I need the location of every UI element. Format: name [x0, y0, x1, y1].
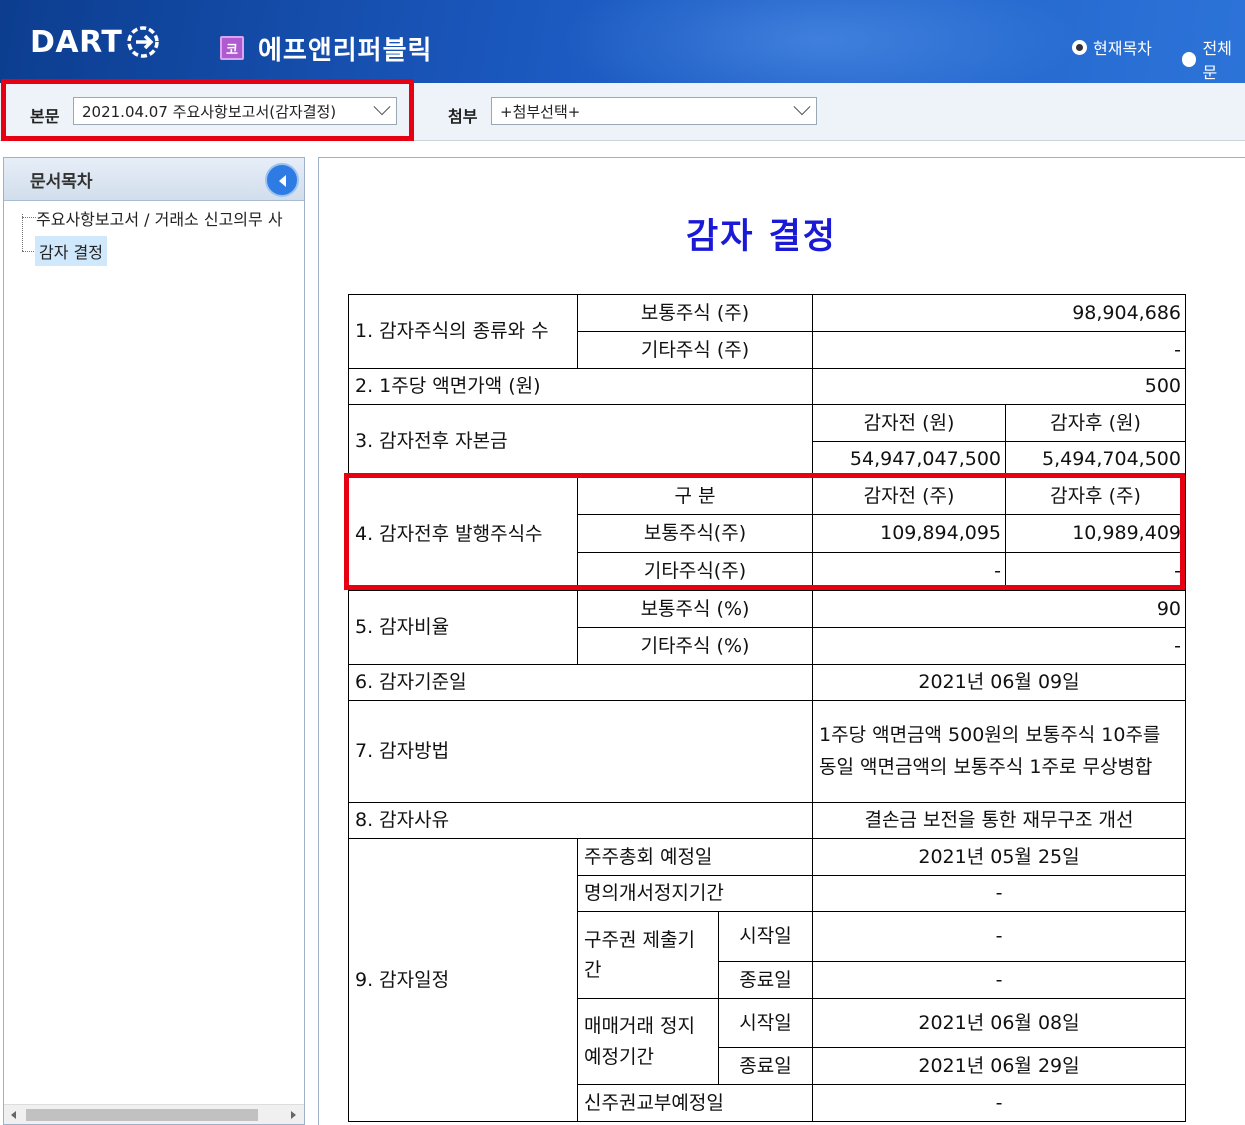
row4-common-after: 10,989,409	[1005, 514, 1186, 553]
table-row: 6. 감자기준일 2021년 06월 09일	[348, 664, 1186, 701]
tree-connector	[22, 251, 36, 252]
document-title: 감자 결정	[686, 216, 837, 257]
row4-other-before: -	[812, 552, 1006, 591]
toc-sidebar: 문서목차 주요사항보고서 / 거래소 신고의무 사 감자 결정	[3, 157, 305, 1125]
top-header: DART 코 에프앤리퍼블릭 현재목차 전체문	[0, 0, 1245, 83]
row1-other-value: -	[812, 331, 1186, 369]
row8-label: 8. 감자사유	[348, 802, 813, 839]
row9-suspend-label: 명의개서정지기간	[577, 875, 813, 912]
row1-common-value: 98,904,686	[812, 294, 1186, 332]
row3-before-value: 54,947,047,500	[812, 441, 1006, 478]
row8-value: 결손금 보전을 통한 재무구조 개선	[812, 802, 1186, 839]
row9-old-cert-label: 구주권 제출기간	[577, 911, 719, 999]
row4-other-label: 기타주식(주)	[577, 552, 813, 591]
table-row: 8. 감자사유 결손금 보전을 통한 재무구조 개선	[348, 802, 1186, 839]
attach-label: 첨부	[448, 107, 478, 126]
corp-type-badge: 코	[220, 36, 244, 60]
chevron-down-icon	[373, 98, 391, 116]
radio-all-toc[interactable]: 전체문	[1182, 35, 1245, 83]
row4-before-header: 감자전 (주)	[812, 477, 1006, 515]
row9-meeting-value: 2021년 05월 25일	[812, 838, 1186, 876]
table-row: 9. 감자일정 주주총회 예정일 2021년 05월 25일	[348, 838, 1186, 1122]
collapse-sidebar-icon[interactable]	[265, 163, 299, 197]
row3-after-header: 감자후 (원)	[1005, 404, 1186, 442]
logo-mark-icon	[127, 26, 160, 58]
row9-meeting-label: 주주총회 예정일	[577, 838, 813, 876]
header-glow	[560, 0, 1080, 83]
row7-value: 1주당 액면금액 500원의 보통주식 10주를 동일 액면금액의 보통주식 1…	[812, 700, 1186, 803]
row5-common-label: 보통주식 (%)	[577, 590, 813, 628]
radio-current-toc[interactable]: 현재목차	[1072, 35, 1152, 59]
row3-label: 3. 감자전후 자본금	[348, 404, 813, 478]
row4-label: 4. 감자전후 발행주식수	[348, 477, 578, 591]
row6-value: 2021년 06월 09일	[812, 664, 1186, 701]
radio-all-label: 전체문	[1202, 39, 1232, 82]
row9-newcert-value: -	[812, 1084, 1186, 1122]
tree-connector	[22, 214, 23, 251]
row6-label: 6. 감자기준일	[348, 664, 813, 701]
row9-old-start-value: -	[812, 911, 1186, 962]
row9-trade-start-label: 시작일	[718, 998, 813, 1048]
row5-common-value: 90	[812, 590, 1186, 628]
table-row: 1. 감자주식의 종류와 수 보통주식 (주) 98,904,686	[348, 294, 1186, 369]
row4-common-before: 109,894,095	[812, 514, 1006, 553]
horizontal-scrollbar[interactable]	[4, 1104, 304, 1124]
company-name: 에프앤리퍼블릭	[258, 36, 433, 66]
scroll-left-icon[interactable]	[11, 1111, 16, 1119]
row3-before-header: 감자전 (원)	[812, 404, 1006, 442]
scroll-right-icon[interactable]	[291, 1111, 296, 1119]
toc-item-report[interactable]: 주요사항보고서 / 거래소 신고의무 사	[36, 206, 283, 230]
row9-trade-end-value: 2021년 06월 29일	[812, 1047, 1186, 1085]
dart-logo[interactable]: DART	[30, 22, 163, 62]
row4-division-header: 구 분	[577, 477, 813, 515]
radio-selected-icon	[1072, 39, 1087, 55]
radio-unselected-icon	[1182, 51, 1197, 67]
table-row: 5. 감자비율 보통주식 (%) 90	[348, 590, 1186, 665]
row2-label: 2. 1주당 액면가액 (원)	[348, 368, 813, 405]
row1-label: 1. 감자주식의 종류와 수	[348, 294, 578, 369]
table-row: 2. 1주당 액면가액 (원) 500	[348, 368, 1186, 405]
radio-current-label: 현재목차	[1093, 39, 1152, 58]
row4-other-after: -	[1005, 552, 1186, 591]
row9-old-end-label: 종료일	[718, 961, 813, 999]
toc-item-capital-reduction[interactable]: 감자 결정	[35, 236, 107, 266]
row9-trade-label: 매매거래 정지예정기간	[577, 998, 719, 1085]
row9-old-end-value: -	[812, 961, 1186, 999]
row2-value: 500	[812, 368, 1186, 405]
document-select-bar: 본문 2021.04.07 주요사항보고서(감자결정) 첨부 +첨부선택+	[0, 83, 1245, 141]
row9-old-start-label: 시작일	[718, 911, 813, 962]
table-row: 7. 감자방법 1주당 액면금액 500원의 보통주식 10주를 동일 액면금액…	[348, 700, 1186, 803]
row7-label: 7. 감자방법	[348, 700, 813, 803]
row4-after-header: 감자후 (주)	[1005, 477, 1186, 515]
main-doc-value: 2021.04.07 주요사항보고서(감자결정)	[82, 102, 337, 121]
toc-title: 문서목차	[30, 171, 93, 192]
row9-label: 9. 감자일정	[348, 838, 578, 1122]
row4-common-label: 보통주식(주)	[577, 514, 813, 553]
row5-other-value: -	[812, 627, 1186, 665]
row5-label: 5. 감자비율	[348, 590, 578, 665]
row1-other-label: 기타주식 (주)	[577, 331, 813, 369]
logo-text: DART	[30, 24, 123, 60]
toc-header: 문서목차	[4, 158, 304, 201]
capital-reduction-table: 1. 감자주식의 종류와 수 보통주식 (주) 98,904,686 기타주식 …	[348, 294, 1186, 1122]
attach-select[interactable]: +첨부선택+	[491, 97, 817, 125]
attach-value: +첨부선택+	[500, 102, 581, 121]
row9-newcert-label: 신주권교부예정일	[577, 1084, 813, 1122]
row9-trade-start-value: 2021년 06월 08일	[812, 998, 1186, 1048]
tree-connector	[22, 217, 36, 218]
table-row: 4. 감자전후 발행주식수 구 분 감자전 (주) 감자후 (주)	[348, 477, 1186, 591]
row1-common-label: 보통주식 (주)	[577, 294, 813, 332]
main-doc-select[interactable]: 2021.04.07 주요사항보고서(감자결정)	[73, 97, 397, 125]
row9-suspend-value: -	[812, 875, 1186, 912]
main-doc-label: 본문	[30, 107, 60, 126]
scrollbar-thumb[interactable]	[26, 1109, 258, 1121]
row3-after-value: 5,494,704,500	[1005, 441, 1186, 478]
chevron-down-icon	[793, 98, 811, 116]
table-row: 3. 감자전후 자본금 감자전 (원) 감자후 (원)	[348, 404, 1186, 478]
row5-other-label: 기타주식 (%)	[577, 627, 813, 665]
row9-trade-end-label: 종료일	[718, 1047, 813, 1085]
